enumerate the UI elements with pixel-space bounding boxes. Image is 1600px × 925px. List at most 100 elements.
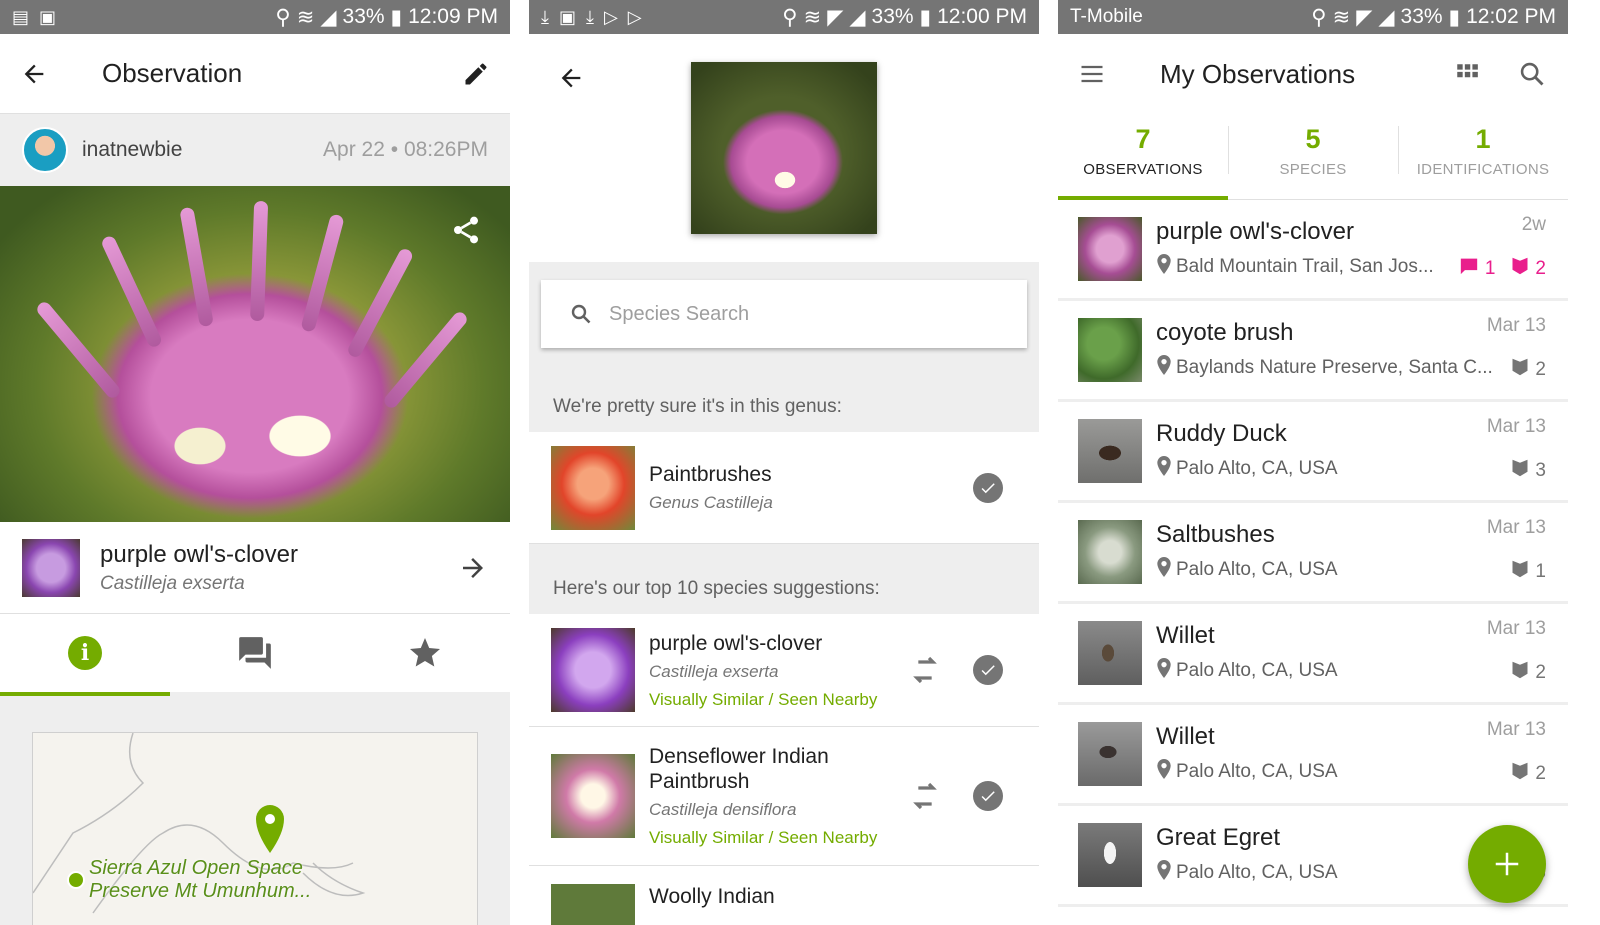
genus-scientific-name: Genus Castilleja (649, 493, 773, 512)
arrow-right-icon[interactable] (458, 553, 488, 583)
info-icon: i (68, 636, 102, 670)
observation-name: purple owl's-clover (1156, 218, 1354, 245)
species-search-box[interactable] (541, 280, 1027, 348)
observation-thumbnail (1078, 217, 1142, 281)
identifications-count: 1 (1475, 124, 1491, 154)
image-notification-icon: ▣ (558, 6, 576, 27)
list-item[interactable]: Willet Palo Alto, CA, USA Mar 13 2 (1058, 705, 1568, 806)
observation-date: Apr 22 • 08:26PM (323, 138, 488, 161)
list-item[interactable]: Ruddy Duck Palo Alto, CA, USA Mar 13 3 (1058, 402, 1568, 503)
observation-place: Palo Alto, CA, USA (1176, 559, 1338, 580)
observation-tabs: i (0, 614, 510, 696)
signal-icon: ◢ (1378, 5, 1395, 29)
share-icon[interactable] (450, 214, 482, 246)
status-bar: T-Mobile ⚲ ≋ ◤ ◢ 33% ▮ 12:02 PM (1058, 0, 1568, 34)
wifi-icon: ≋ (296, 5, 315, 29)
observation-photo[interactable] (0, 186, 510, 522)
search-icon (569, 302, 593, 326)
location-icon: ⚲ (275, 5, 291, 29)
identification-icon (1511, 660, 1529, 686)
identification-icon (1511, 458, 1529, 484)
identification-icon (1511, 559, 1529, 585)
observation-thumbnail (1078, 722, 1142, 786)
tab-comments[interactable] (170, 614, 340, 692)
status-bar: ▤ ▣ ⚲ ≋ ◢ 33% ▮ 12:09 PM (0, 0, 510, 34)
species-search-input[interactable] (609, 302, 989, 326)
suggestion-thumbnail (551, 884, 635, 925)
grid-view-icon[interactable] (1454, 61, 1480, 87)
identification-icon (1511, 256, 1529, 282)
species-suggestion[interactable]: Woolly Indian (529, 866, 1039, 925)
username[interactable]: inatnewbie (82, 138, 182, 162)
taxon-row[interactable]: purple owl's-clover Castilleja exserta (0, 522, 510, 614)
suggestion-name: Woolly Indian (649, 885, 775, 908)
star-icon (407, 635, 443, 671)
genus-suggestion[interactable]: Paintbrushes Genus Castilleja (529, 432, 1039, 544)
observation-thumbnail (1078, 318, 1142, 382)
observation-thumbnail (1078, 419, 1142, 483)
back-arrow-icon[interactable] (557, 64, 585, 92)
taxon-common-name: purple owl's-clover (100, 540, 298, 568)
search-icon[interactable] (1518, 60, 1546, 88)
observations-count: 7 (1135, 124, 1151, 154)
back-arrow-icon[interactable] (20, 60, 48, 88)
app-bar: Observation (0, 34, 510, 114)
edit-pencil-icon[interactable] (462, 60, 490, 88)
carrier-name: T-Mobile (1070, 6, 1143, 27)
taxon-thumbnail (22, 538, 80, 597)
user-row[interactable]: inatnewbie Apr 22 • 08:26PM (0, 114, 510, 186)
list-item[interactable]: coyote brush Baylands Nature Preserve, S… (1058, 301, 1568, 402)
observation-place: Baylands Nature Preserve, Santa C... (1176, 357, 1493, 378)
observation-thumbnail (1078, 621, 1142, 685)
select-check-icon[interactable] (973, 655, 1003, 685)
observation-date: Mar 13 (1486, 719, 1546, 740)
wifi-icon: ≋ (1332, 5, 1351, 29)
app-bar: My Observations (1058, 34, 1568, 114)
suggestion-tag: Visually Similar / Seen Nearby (649, 828, 878, 847)
location-pin-icon (1156, 456, 1172, 482)
tab-observations[interactable]: 7 OBSERVATIONS (1058, 114, 1228, 199)
observations-tab-label: OBSERVATIONS (1083, 161, 1203, 178)
location-icon: ⚲ (1311, 5, 1327, 29)
battery-icon: ▮ (919, 5, 932, 29)
tab-info[interactable]: i (0, 614, 170, 692)
identifications-tab-label: IDENTIFICATIONS (1416, 161, 1550, 178)
compare-icon[interactable] (905, 654, 945, 686)
tab-species[interactable]: 5 SPECIES (1228, 114, 1398, 199)
suggestion-scientific-name: Castilleja exserta (649, 661, 779, 681)
lte-icon: ◤ (827, 5, 844, 29)
battery-percent: 33% (1400, 5, 1443, 28)
signal-icon: ◢ (320, 5, 337, 29)
my-observations-screen: T-Mobile ⚲ ≋ ◤ ◢ 33% ▮ 12:02 PM My Obser… (1058, 0, 1568, 925)
page-title: My Observations (1160, 58, 1356, 89)
select-check-icon[interactable] (973, 472, 1003, 503)
species-tab-label: SPECIES (1279, 161, 1347, 178)
suggestion-thumbnail (551, 754, 635, 838)
tab-favorites[interactable] (340, 614, 510, 692)
suggestion-tag: Visually Similar / Seen Nearby (649, 689, 878, 709)
list-item[interactable]: Willet Palo Alto, CA, USA Mar 13 2 (1058, 604, 1568, 705)
select-check-icon[interactable] (973, 781, 1003, 811)
genus-name: Paintbrushes (649, 463, 772, 486)
observation-date: Mar 13 (1486, 618, 1546, 639)
observation-screen: ▤ ▣ ⚲ ≋ ◢ 33% ▮ 12:09 PM Observation ina… (0, 0, 510, 925)
compare-icon[interactable] (905, 780, 945, 812)
add-observation-button[interactable] (1468, 825, 1546, 903)
list-item[interactable]: purple owl's-clover Bald Mountain Trail,… (1058, 200, 1568, 301)
plus-icon (1495, 852, 1519, 876)
list-item[interactable]: Saltbushes Palo Alto, CA, USA Mar 13 1 (1058, 503, 1568, 604)
location-map[interactable]: Sierra Azul Open Space Preserve Mt Umunh… (32, 732, 478, 925)
comment-icon (1459, 257, 1479, 281)
taxon-scientific-name: Castilleja exserta (100, 572, 245, 594)
lte-icon: ◤ (1356, 5, 1373, 29)
species-suggestion[interactable]: purple owl's-clover Castilleja exserta V… (529, 614, 1039, 727)
avatar[interactable] (22, 127, 68, 173)
comment-count: 1 (1484, 258, 1496, 279)
tab-identifications[interactable]: 1 IDENTIFICATIONS (1398, 114, 1568, 199)
page-title: Observation (102, 58, 243, 88)
image-notification-icon: ▣ (39, 6, 57, 27)
species-suggestion[interactable]: Denseflower Indian Paintbrush Castilleja… (529, 727, 1039, 866)
suggestion-thumbnail (551, 628, 635, 712)
observation-date: 2w (1521, 214, 1546, 235)
menu-icon[interactable] (1078, 60, 1106, 88)
